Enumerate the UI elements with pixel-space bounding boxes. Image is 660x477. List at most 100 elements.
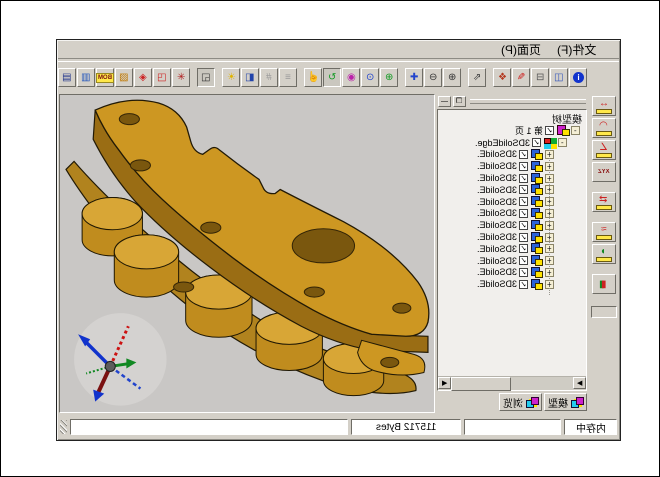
expander-toggle[interactable]: - xyxy=(571,126,580,135)
expander-toggle[interactable]: + xyxy=(545,256,554,265)
status-bar: 115712 Bytes 内存中 xyxy=(57,414,620,440)
page-icon xyxy=(556,125,569,136)
zoom-dynamic-icon: ⊙ xyxy=(366,70,374,86)
document-window-button[interactable]: ◱ xyxy=(197,68,215,87)
tree-row-assembly[interactable]: 3DSolidEdge.✓- xyxy=(438,137,586,149)
visibility-checkbox[interactable]: ✓ xyxy=(519,162,528,171)
expander-toggle[interactable]: + xyxy=(545,233,554,242)
tree-row-solid[interactable]: 3DSolidE.✓+ xyxy=(438,267,586,279)
expander-toggle[interactable]: + xyxy=(545,150,554,159)
visibility-checkbox[interactable]: ✓ xyxy=(519,209,528,218)
rotate-view-button[interactable]: ↻ xyxy=(323,68,341,87)
expander-toggle[interactable]: + xyxy=(545,221,554,230)
orbit-view-button[interactable]: ◉ xyxy=(342,68,360,87)
coordinate-label-button[interactable]: XYZ xyxy=(592,162,616,182)
check-icon: ✓ xyxy=(520,281,527,289)
scroll-left-button[interactable]: ◀ xyxy=(438,377,451,389)
cad-application-window: 页面(P) 文件(F) ▤ ▥ BOM ▧ ◈ ◳ ✳ ◱ ☀ ◧ # ≡ ☝ … xyxy=(56,39,621,441)
layers-button[interactable]: ≡ xyxy=(279,68,297,87)
resize-grip[interactable] xyxy=(60,420,67,434)
library-button[interactable]: ▧ xyxy=(115,68,133,87)
tree-row-solid[interactable]: 3DSolidE.✓+ xyxy=(438,255,586,267)
viewport-3d[interactable] xyxy=(59,94,435,413)
render-settings-button[interactable]: ❖ xyxy=(493,68,511,87)
tree-row-solid[interactable]: 3DSolidE.✓+ xyxy=(438,196,586,208)
scrollbar-track[interactable] xyxy=(511,377,573,390)
about-info-button[interactable]: i xyxy=(569,68,587,87)
expander-toggle[interactable]: + xyxy=(545,209,554,218)
visibility-checkbox[interactable]: ✓ xyxy=(519,197,528,206)
screenshot-page: 页面(P) 文件(F) ▤ ▥ BOM ▧ ◈ ◳ ✳ ◱ ☀ ◧ # ≡ ☝ … xyxy=(0,0,660,477)
tree-row-solid[interactable]: 3DSolidE.✓+ xyxy=(438,149,586,161)
tab-browse[interactable]: 浏览 xyxy=(499,393,542,411)
select-cursor-button[interactable]: ⇖ xyxy=(468,68,486,87)
visibility-checkbox[interactable]: ✓ xyxy=(519,150,528,159)
tree-row-solid[interactable]: 3DSolidE.✓+ xyxy=(438,243,586,255)
tree-row-solid[interactable]: 3DSolidE.✓+ xyxy=(438,219,586,231)
curve-length-button[interactable]: ≈ xyxy=(592,222,616,242)
scroll-right-button[interactable]: ▶ xyxy=(573,377,586,389)
angle-dimension-button[interactable]: ∠ xyxy=(592,140,616,160)
tools-button[interactable]: ✳ xyxy=(172,68,190,87)
visibility-checkbox[interactable]: ✓ xyxy=(519,221,528,230)
panel-minimize-button[interactable]: — xyxy=(438,96,451,107)
tree-row-solid[interactable]: 3DSolidE.✓+ xyxy=(438,231,586,243)
report-button[interactable]: ▤ xyxy=(58,68,76,87)
expander-toggle[interactable]: + xyxy=(545,162,554,171)
annotate-pen-button[interactable]: ✎ xyxy=(512,68,530,87)
tree-row-solid[interactable]: 3DSolidE.✓+ xyxy=(438,172,586,184)
expander-toggle[interactable]: + xyxy=(545,185,554,194)
menu-item-file[interactable]: 文件(F) xyxy=(557,41,596,58)
tree-horizontal-scrollbar[interactable]: ◀ ▶ xyxy=(438,376,586,390)
visibility-checkbox[interactable]: ✓ xyxy=(519,268,528,277)
expander-toggle[interactable]: + xyxy=(545,280,554,289)
dimension-button[interactable]: # xyxy=(260,68,278,87)
tree-row-solid[interactable]: 3DSolidE.✓+ xyxy=(438,278,586,290)
minimize-icon: — xyxy=(441,98,448,106)
expander-toggle[interactable]: + xyxy=(545,197,554,206)
find-document-button[interactable]: ▥ xyxy=(77,68,95,87)
zoom-window-button[interactable]: ⊕ xyxy=(380,68,398,87)
radius-dimension-button[interactable]: ◠ xyxy=(592,118,616,138)
visibility-checkbox[interactable]: ✓ xyxy=(532,138,541,147)
panel-drag-handle[interactable] xyxy=(470,99,586,104)
tree-row-solid[interactable]: 3DSolidE.✓+ xyxy=(438,184,586,196)
circular-array-button[interactable]: ◈ xyxy=(134,68,152,87)
expander-toggle[interactable]: + xyxy=(545,268,554,277)
panel-restore-button[interactable]: ❐ xyxy=(453,96,466,107)
print-preview-button[interactable]: ◫ xyxy=(550,68,568,87)
expander-toggle[interactable]: + xyxy=(545,174,554,183)
visibility-checkbox[interactable]: ✓ xyxy=(519,244,528,253)
expander-toggle[interactable]: + xyxy=(545,244,554,253)
print-button[interactable]: ⊟ xyxy=(531,68,549,87)
volume-measure-icon: ▮ xyxy=(601,280,607,289)
solid-view-button[interactable]: ◧ xyxy=(241,68,259,87)
zoom-dynamic-button[interactable]: ⊙ xyxy=(361,68,379,87)
menu-item-page[interactable]: 页面(P) xyxy=(501,41,541,58)
check-icon: ✓ xyxy=(520,222,527,230)
expander-toggle[interactable]: - xyxy=(558,138,567,147)
linear-dimension-button[interactable]: ↔ xyxy=(592,96,616,116)
zoom-in-button[interactable]: ⊕ xyxy=(443,68,461,87)
zoom-out-button[interactable]: ⊖ xyxy=(424,68,442,87)
pan-button[interactable]: ☝ xyxy=(304,68,322,87)
bom-table-button[interactable]: BOM xyxy=(96,68,114,87)
volume-measure-button[interactable]: ▮ xyxy=(592,274,616,294)
insert-object-button[interactable]: ◳ xyxy=(153,68,171,87)
visibility-checkbox[interactable]: ✓ xyxy=(519,233,528,242)
distance-dimension-button[interactable]: ⇄ xyxy=(592,192,616,212)
tree-row-page[interactable]: 第 1 页✓- xyxy=(438,125,586,137)
light-bulb-button[interactable]: ☀ xyxy=(222,68,240,87)
visibility-checkbox[interactable]: ✓ xyxy=(519,256,528,265)
tree-row-solid[interactable]: 3DSolidE.✓+ xyxy=(438,208,586,220)
area-measure-button[interactable]: ◗ xyxy=(592,244,616,264)
visibility-checkbox[interactable]: ✓ xyxy=(519,280,528,289)
scrollbar-thumb[interactable] xyxy=(451,377,511,391)
main-area: — ❐ 模型树 第 1 页✓- 3DSolidEdge.✓- 3DSolidE.… xyxy=(57,93,620,414)
tab-model[interactable]: 模型 xyxy=(544,393,587,411)
move-view-button[interactable]: ✚ xyxy=(405,68,423,87)
visibility-checkbox[interactable]: ✓ xyxy=(519,174,528,183)
visibility-checkbox[interactable]: ✓ xyxy=(545,126,554,135)
tree-row-solid[interactable]: 3DSolidE.✓+ xyxy=(438,160,586,172)
visibility-checkbox[interactable]: ✓ xyxy=(519,185,528,194)
